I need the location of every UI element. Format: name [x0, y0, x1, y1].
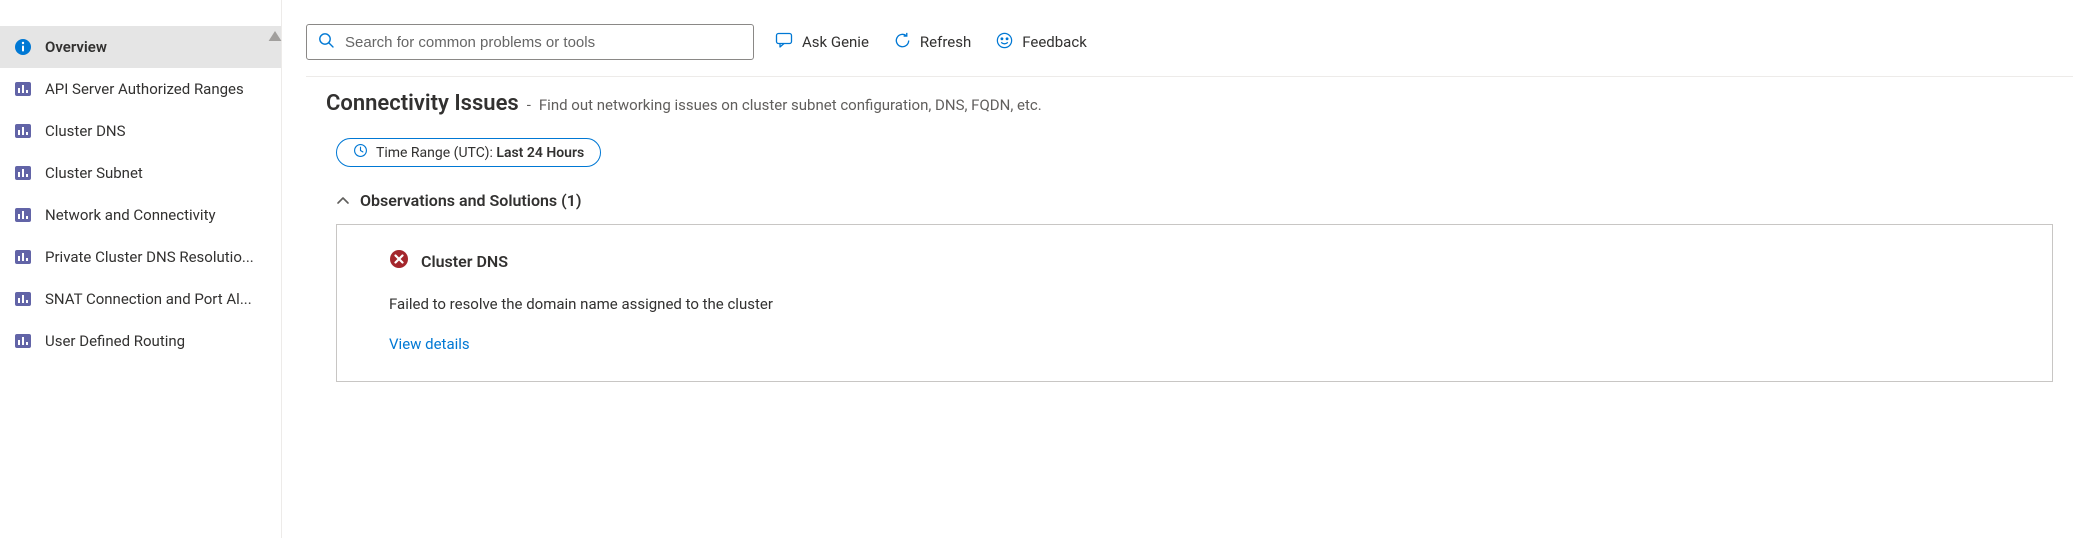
- sidebar-item-label: API Server Authorized Ranges: [45, 80, 244, 98]
- refresh-label: Refresh: [920, 33, 971, 51]
- page-title-row: Connectivity Issues - Find out networkin…: [326, 91, 2053, 116]
- ask-genie-button[interactable]: Ask Genie: [770, 24, 873, 60]
- search-input[interactable]: [345, 34, 743, 51]
- view-details-link[interactable]: View details: [389, 335, 2000, 353]
- sidebar-item-private-cluster-dns[interactable]: Private Cluster DNS Resolutio...: [0, 236, 281, 278]
- refresh-button[interactable]: Refresh: [889, 25, 975, 60]
- time-range-pill[interactable]: Time Range (UTC): Last 24 Hours: [336, 138, 601, 167]
- sidebar-item-label: Cluster DNS: [45, 122, 126, 140]
- sidebar-item-overview[interactable]: Overview: [0, 26, 281, 68]
- sidebar-item-api-server-ranges[interactable]: API Server Authorized Ranges: [0, 68, 281, 110]
- sidebar-item-label: Overview: [45, 38, 107, 56]
- sidebar-item-label: User Defined Routing: [45, 332, 185, 350]
- page-subtitle-sep: -: [527, 96, 531, 114]
- sidebar: Overview API Server Authorized Ranges Cl…: [0, 0, 282, 538]
- chat-icon: [774, 30, 794, 54]
- smiley-icon: [995, 31, 1014, 54]
- section-title: Observations and Solutions (1): [360, 191, 581, 210]
- time-range-value: Last 24 Hours: [496, 145, 584, 161]
- page-subtitle: Find out networking issues on cluster su…: [539, 96, 1042, 114]
- chart-icon: [14, 290, 32, 308]
- chart-icon: [14, 206, 32, 224]
- main-content: Ask Genie Refresh Feedback Connectivity …: [282, 0, 2097, 538]
- observations-toggle[interactable]: Observations and Solutions (1): [336, 191, 2053, 210]
- content-area: Connectivity Issues - Find out networkin…: [306, 77, 2073, 382]
- feedback-button[interactable]: Feedback: [991, 25, 1091, 60]
- chart-icon: [14, 80, 32, 98]
- sidebar-item-snat-connection[interactable]: SNAT Connection and Port Al...: [0, 278, 281, 320]
- refresh-icon: [893, 31, 912, 54]
- sidebar-item-cluster-subnet[interactable]: Cluster Subnet: [0, 152, 281, 194]
- chevron-up-icon: [336, 194, 350, 208]
- sidebar-item-label: Cluster Subnet: [45, 164, 143, 182]
- sidebar-item-label: Private Cluster DNS Resolutio...: [45, 248, 254, 266]
- ask-genie-label: Ask Genie: [802, 33, 869, 51]
- search-icon: [317, 31, 335, 53]
- sidebar-item-label: SNAT Connection and Port Al...: [45, 290, 252, 308]
- time-range-prefix: Time Range (UTC):: [376, 145, 496, 161]
- sidebar-item-user-defined-routing[interactable]: User Defined Routing: [0, 320, 281, 362]
- search-box[interactable]: [306, 24, 754, 60]
- chart-icon: [14, 248, 32, 266]
- sidebar-item-cluster-dns[interactable]: Cluster DNS: [0, 110, 281, 152]
- clock-icon: [353, 143, 368, 162]
- info-icon: [14, 38, 32, 56]
- card-title: Cluster DNS: [421, 252, 508, 271]
- page-title: Connectivity Issues: [326, 91, 519, 116]
- sidebar-collapse-toggle[interactable]: [269, 31, 282, 41]
- error-icon: [389, 249, 409, 273]
- chart-icon: [14, 164, 32, 182]
- chart-icon: [14, 332, 32, 350]
- observation-card: Cluster DNS Failed to resolve the domain…: [336, 224, 2053, 382]
- sidebar-item-network-connectivity[interactable]: Network and Connectivity: [0, 194, 281, 236]
- sidebar-item-label: Network and Connectivity: [45, 206, 216, 224]
- card-message: Failed to resolve the domain name assign…: [389, 295, 2000, 313]
- toolbar: Ask Genie Refresh Feedback: [306, 24, 2073, 77]
- feedback-label: Feedback: [1022, 33, 1087, 51]
- chart-icon: [14, 122, 32, 140]
